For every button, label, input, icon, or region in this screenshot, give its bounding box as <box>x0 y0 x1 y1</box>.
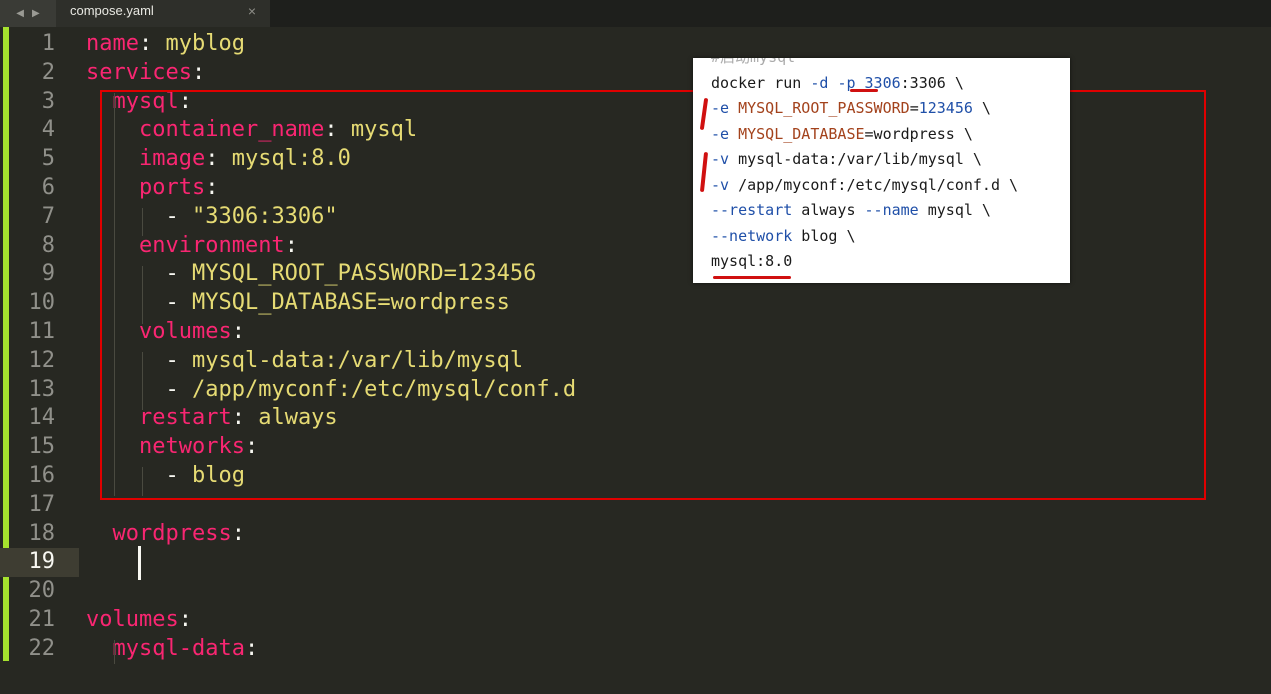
snippet-line: -v /app/myconf:/etc/mysql/conf.d \ <box>711 175 1019 194</box>
code-text: wordpress: <box>112 520 245 546</box>
code-text: services: <box>86 59 206 85</box>
tab-bar: ◀ ▶ compose.yaml × <box>0 0 1271 27</box>
line-number: 7 <box>41 203 55 229</box>
line-number: 8 <box>41 232 55 258</box>
code-text: name: myblog <box>86 31 245 56</box>
docker-command-snippet: mysql:8.0 --network blog \ --restart alway… <box>693 58 1070 283</box>
annotation-underline <box>713 276 791 279</box>
line-number: 2 <box>41 59 55 85</box>
code-line[interactable]: 1 name: myblog <box>0 30 1271 59</box>
tab-nav-arrows[interactable]: ◀ ▶ <box>0 0 56 27</box>
chevron-left-icon[interactable]: ◀ <box>16 8 24 19</box>
code-line[interactable]: 21 volumes: <box>0 606 1271 635</box>
annotation-bracket <box>699 151 709 193</box>
code-line[interactable]: 22 mysql-data: <box>0 635 1271 664</box>
snippet-line: -e MYSQL_DATABASE=wordpress \ <box>711 124 973 143</box>
code-line[interactable]: 20 <box>0 577 1271 606</box>
line-number: 21 <box>28 607 56 632</box>
line-number: 15 <box>28 434 56 460</box>
snippet-line: --restart always --name mysql \ <box>711 201 991 219</box>
code-text: mysql-data: <box>112 635 259 661</box>
line-number: 20 <box>28 578 56 604</box>
line-number: 22 <box>28 635 56 661</box>
close-icon[interactable]: × <box>248 0 256 22</box>
code-text: volumes: <box>86 607 192 632</box>
snippet-line: docker run -d -p 3306:3306 \ <box>711 73 964 92</box>
line-number: 14 <box>28 405 56 431</box>
line-number: 11 <box>28 319 56 344</box>
snippet-line: -e MYSQL_ROOT_PASSWORD=123456 \ <box>711 99 991 117</box>
tab-label: compose.yaml <box>70 3 154 18</box>
line-number: 1 <box>41 31 55 56</box>
code-line[interactable]: 18 wordpress: <box>0 520 1271 549</box>
line-number: 18 <box>28 520 56 546</box>
annotation-underline <box>850 89 878 92</box>
snippet-line: #启动mysql <box>711 58 795 71</box>
line-number: 12 <box>28 347 56 373</box>
snippet-line: -v mysql-data:/var/lib/mysql \ <box>711 150 982 168</box>
line-number: 13 <box>28 376 56 402</box>
line-number: 4 <box>41 117 55 143</box>
line-number: 17 <box>28 491 56 517</box>
indent-guide <box>114 640 115 664</box>
snippet-line: --network blog \ <box>711 226 856 245</box>
line-number: 3 <box>41 88 55 114</box>
line-number: 9 <box>41 261 55 287</box>
text-cursor <box>138 546 141 580</box>
line-number: 10 <box>28 290 56 316</box>
line-number: 19 <box>0 548 79 578</box>
line-number: 5 <box>41 146 55 172</box>
chevron-right-icon[interactable]: ▶ <box>32 8 40 19</box>
code-line[interactable]: 19 <box>0 548 1271 578</box>
line-number: 16 <box>28 463 56 488</box>
snippet-line: mysql:8.0 <box>711 252 793 270</box>
annotation-bracket <box>699 97 709 131</box>
tab-compose-yaml[interactable]: compose.yaml × <box>56 0 270 27</box>
code-line[interactable]: 2 services: <box>0 59 1271 88</box>
line-number: 6 <box>41 175 55 200</box>
